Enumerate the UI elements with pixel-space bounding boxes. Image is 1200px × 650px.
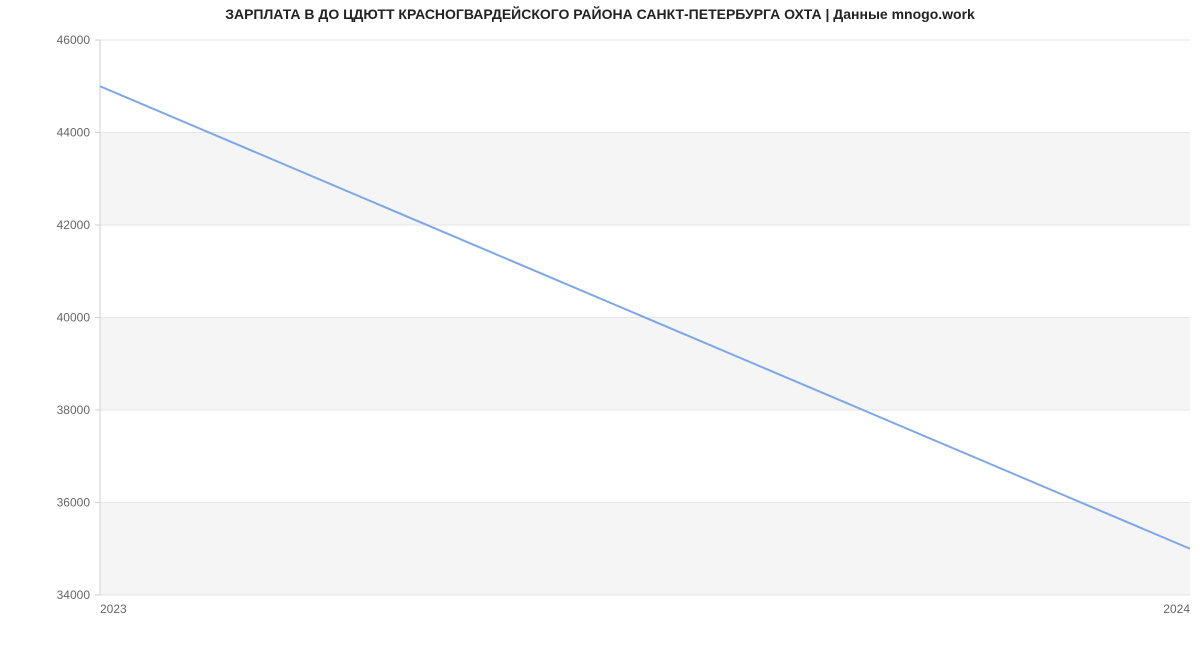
- y-grid-bands: [100, 133, 1190, 596]
- y-tick-label: 34000: [57, 588, 91, 602]
- x-tick-label: 2023: [100, 602, 127, 616]
- y-tick-label: 42000: [57, 218, 91, 232]
- grid-band: [100, 133, 1190, 226]
- y-tick-label: 36000: [57, 496, 91, 510]
- y-tick-label: 38000: [57, 403, 91, 417]
- y-tick-label: 40000: [57, 311, 91, 325]
- salary-line-chart: ЗАРПЛАТА В ДО ЦДЮТТ КРАСНОГВАРДЕЙСКОГО Р…: [0, 0, 1200, 650]
- x-tick-label: 2024: [1163, 602, 1190, 616]
- grid-band: [100, 503, 1190, 596]
- grid-band: [100, 318, 1190, 411]
- chart-svg: 34000 36000 38000 40000 42000 44000 46000 2023…: [0, 0, 1200, 650]
- y-tick-label: 44000: [57, 126, 91, 140]
- plot-area: 34000 36000 38000 40000 42000 44000 46000 2023…: [57, 33, 1191, 616]
- y-tick-label: 46000: [57, 33, 91, 47]
- x-axis-ticks: 2023 2024: [100, 602, 1190, 616]
